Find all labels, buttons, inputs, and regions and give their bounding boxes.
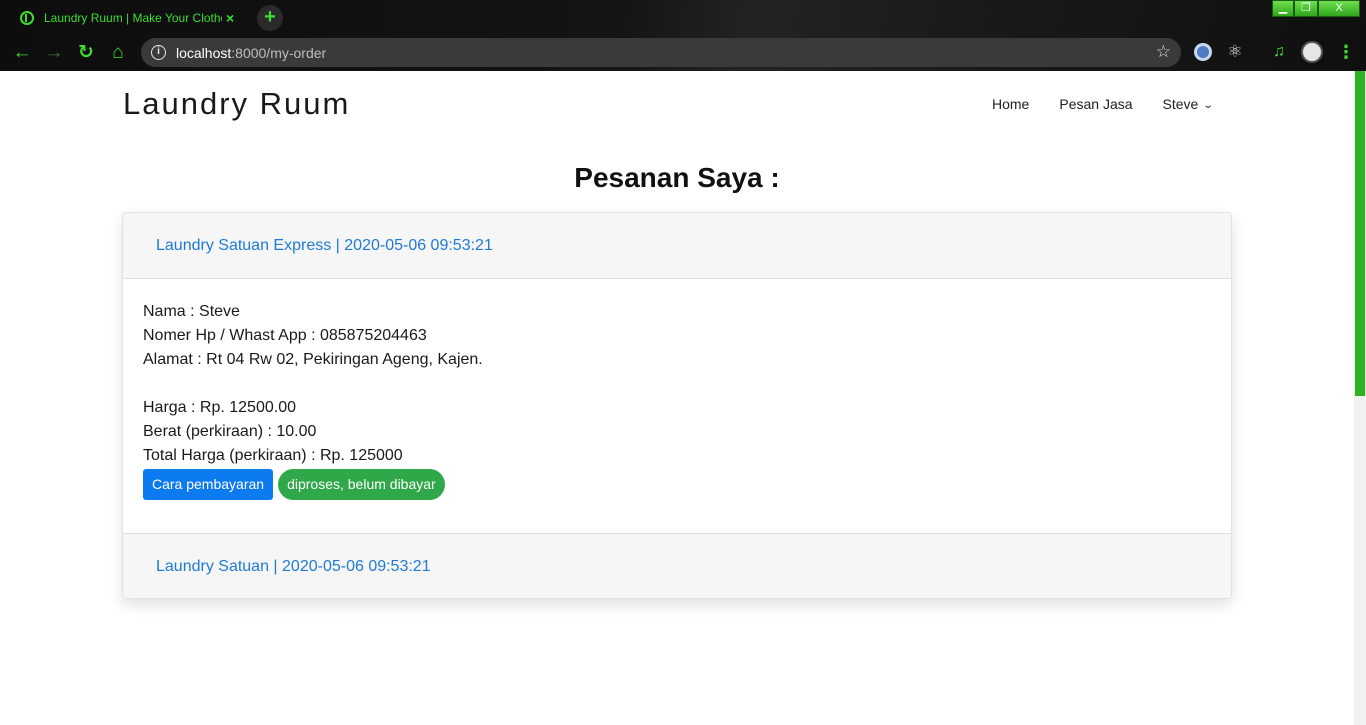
back-arrow-icon[interactable]: ← [10,41,34,65]
home-icon[interactable]: ⌂ [106,41,130,65]
url-text: localhost:8000/my-order [176,44,327,61]
tab-title: Laundry Ruum | Make Your Clothes [44,11,222,25]
order-header[interactable]: Laundry Satuan Express | 2020-05-06 09:5… [123,213,1231,279]
bookmark-star-icon[interactable]: ☆ [1156,42,1171,62]
browser-toolbar: ← → ↻ ⌂ i localhost:8000/my-order ☆ ⚛ ♫ … [0,36,1366,71]
order-nama: Nama : Steve [143,303,240,320]
playlist-icon[interactable]: ♫ [1270,43,1288,61]
react-devtools-icon[interactable]: ⚛ [1226,43,1244,61]
window-controls: ▁ ❐ X [1272,0,1360,17]
brand-logo[interactable]: Laundry Ruum [123,86,350,122]
orders-accordion: Laundry Satuan Express | 2020-05-06 09:5… [122,212,1232,599]
profile-avatar[interactable] [1301,41,1323,63]
order-phone: Nomer Hp / Whast App : 085875204463 [143,327,427,344]
order-header[interactable]: Laundry Satuan | 2020-05-06 09:53:21 [123,533,1231,598]
maximize-button[interactable]: ❐ [1294,0,1318,17]
site-navbar: Laundry Ruum Home Pesan Jasa Steve ⌄ [0,71,1354,137]
order-address: Alamat : Rt 04 Rw 02, Pekiringan Ageng, … [143,351,483,368]
order-actions: Cara pembayaran diproses, belum dibayar [143,469,1211,500]
chevron-down-icon: ⌄ [1203,100,1214,111]
scrollbar-thumb[interactable] [1355,71,1365,396]
page-title: Pesanan Saya : [574,162,780,193]
status-badge: diproses, belum dibayar [278,469,445,500]
payment-instructions-button[interactable]: Cara pembayaran [143,469,274,500]
new-tab-button[interactable]: + [257,5,283,31]
tab-close-icon[interactable]: × [226,10,234,26]
globe-icon [20,11,34,25]
address-bar[interactable]: i localhost:8000/my-order ☆ [141,38,1181,67]
order-price: Harga : Rp. 12500.00 [143,399,296,416]
page-scrollbar[interactable] [1354,71,1366,725]
reload-icon[interactable]: ↻ [74,41,98,65]
order-total: Total Harga (perkiraan) : Rp. 125000 [143,447,403,464]
browser-tab[interactable]: Laundry Ruum | Make Your Clothes × [8,2,254,34]
forward-arrow-icon[interactable]: → [42,41,66,65]
nav-pesan-jasa-link[interactable]: Pesan Jasa [1044,96,1147,112]
order-toggle-link[interactable]: Laundry Satuan Express | 2020-05-06 09:5… [156,237,493,255]
kebab-menu-icon[interactable]: ⋮ [1337,41,1355,63]
user-dropdown[interactable]: Steve ⌄ [1148,96,1228,112]
nav-links: Home Pesan Jasa Steve ⌄ [977,96,1228,112]
minimize-button[interactable]: ▁ [1272,0,1294,17]
order-toggle-link[interactable]: Laundry Satuan | 2020-05-06 09:53:21 [156,558,431,576]
close-window-button[interactable]: X [1318,0,1360,17]
nav-home-link[interactable]: Home [977,96,1044,112]
order-details: Nama : Steve Nomer Hp / Whast App : 0858… [123,279,1231,533]
extension-icon[interactable] [1194,43,1212,61]
info-icon[interactable]: i [151,45,166,60]
browser-chrome: Laundry Ruum | Make Your Clothes × + ▁ ❐… [0,0,1366,71]
user-name: Steve [1162,96,1199,112]
order-weight: Berat (perkiraan) : 10.00 [143,423,317,440]
